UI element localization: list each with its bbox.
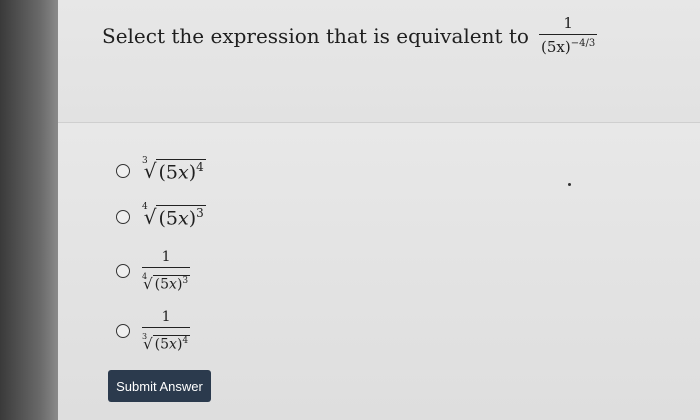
option-2-radio[interactable] xyxy=(116,210,130,225)
option-4[interactable]: 1 3 √ (5x)4 xyxy=(116,309,191,353)
question-base: (5x) xyxy=(540,38,571,56)
stray-dot xyxy=(568,183,571,186)
question-header: Select the expression that is equivalent… xyxy=(58,0,700,123)
option-4-label: 1 3 √ (5x)4 xyxy=(142,309,191,353)
option-3-label: 1 4 √ (5x)3 xyxy=(142,249,191,293)
quiz-page: Select the expression that is equivalent… xyxy=(58,0,700,420)
background-edge xyxy=(0,0,58,420)
option-1-label: 3 √ (5x)4 xyxy=(142,156,206,184)
question-numerator: 1 xyxy=(563,14,573,32)
option-1-radio[interactable] xyxy=(116,164,130,179)
answer-area: 3 √ (5x)4 4 √ (5x)3 1 4 √ (5x)3 1 3 √ (5x)4 Subm… xyxy=(58,123,700,420)
option-2[interactable]: 4 √ (5x)3 xyxy=(116,202,206,230)
question-denominator: (5x)−4/3 xyxy=(538,34,598,56)
option-4-radio[interactable] xyxy=(116,324,130,338)
option-3[interactable]: 1 4 √ (5x)3 xyxy=(116,249,191,293)
option-3-radio[interactable] xyxy=(116,264,130,278)
question-prompt: Select the expression that is equivalent… xyxy=(102,23,529,48)
question-exponent: −4/3 xyxy=(570,38,596,49)
question-text: Select the expression that is equivalent… xyxy=(102,14,598,56)
option-1[interactable]: 3 √ (5x)4 xyxy=(116,156,206,184)
option-2-label: 4 √ (5x)3 xyxy=(142,202,206,230)
question-fraction: 1 (5x)−4/3 xyxy=(538,14,598,56)
submit-answer-button[interactable]: Submit Answer xyxy=(108,370,211,402)
